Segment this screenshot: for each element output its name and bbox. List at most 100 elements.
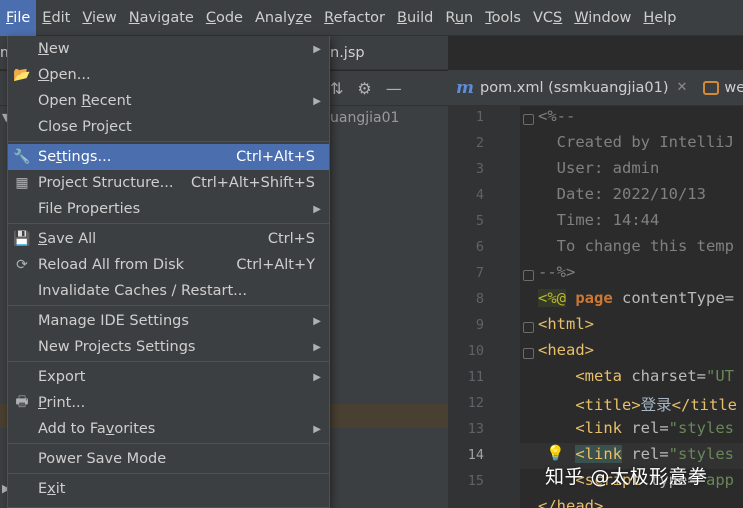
code-line[interactable]: --%> xyxy=(538,263,575,281)
code-line[interactable]: Created by IntelliJ xyxy=(538,133,734,151)
menu-item-label: Add to Favorites xyxy=(38,421,156,437)
lightbulb-icon[interactable]: 💡 xyxy=(546,444,565,462)
submenu-arrow-icon: ▶ xyxy=(313,43,321,55)
minimize-icon[interactable]: — xyxy=(386,79,402,98)
fold-marker-icon[interactable] xyxy=(523,270,534,281)
shortcut-label: Ctrl+Alt+Shift+S xyxy=(190,175,315,191)
submenu-arrow-icon: ▶ xyxy=(313,371,321,383)
menu-window[interactable]: Window xyxy=(568,0,637,36)
line-number: 7 xyxy=(475,265,484,281)
menu-vcs[interactable]: VCS xyxy=(527,0,568,36)
menu-item-open-recent[interactable]: Open Recent ▶ xyxy=(8,88,329,114)
code-line[interactable]: <meta charset="UT xyxy=(538,367,734,385)
menu-item-label: Manage IDE Settings xyxy=(38,313,189,329)
submenu-arrow-icon: ▶ xyxy=(313,315,321,327)
menu-item-manage-ide-settings[interactable]: Manage IDE Settings ▶ xyxy=(8,308,329,334)
menu-refactor[interactable]: Refactor xyxy=(318,0,391,36)
code-line[interactable]: <link rel="styles xyxy=(538,445,734,463)
menu-help[interactable]: Help xyxy=(637,0,682,36)
menu-file[interactable]: File xyxy=(0,0,37,36)
menu-view[interactable]: View xyxy=(76,0,122,36)
tab-web[interactable]: web xyxy=(695,70,743,106)
tab-pom-xml[interactable]: m pom.xml (ssmkuangjia01) ✕ xyxy=(448,70,695,106)
code-line[interactable]: <html> xyxy=(538,315,594,333)
menu-item-print[interactable]: 🖶 Print... xyxy=(8,390,329,416)
menu-item-label: Open Recent xyxy=(38,93,132,109)
editor-tabs: m pom.xml (ssmkuangjia01) ✕ web xyxy=(448,70,743,106)
close-icon[interactable]: ✕ xyxy=(677,80,688,95)
menu-item-close-project[interactable]: Close Project xyxy=(8,114,329,140)
wrench-icon: 🔧 xyxy=(13,149,31,165)
menu-item-label: Reload All from Disk xyxy=(38,257,185,273)
menu-item-label: Project Structure... xyxy=(38,175,174,191)
line-number: 9 xyxy=(475,317,484,333)
menu-build[interactable]: Build xyxy=(391,0,439,36)
menu-item-reload-all-from-disk[interactable]: ⟳ Reload All from Disk Ctrl+Alt+Y xyxy=(8,252,329,278)
fold-marker-icon[interactable] xyxy=(523,322,534,333)
submenu-arrow-icon: ▶ xyxy=(313,95,321,107)
submenu-arrow-icon: ▶ xyxy=(313,423,321,435)
print-icon: 🖶 xyxy=(15,394,29,410)
file-tab-fragment[interactable]: n.jsp xyxy=(330,36,365,70)
project-root-label[interactable]: uangjia01 xyxy=(330,110,399,126)
code-line[interactable]: <title>登录</title xyxy=(538,393,737,415)
menu-item-label: Print... xyxy=(38,395,86,411)
menu-item-file-properties[interactable]: File Properties ▶ xyxy=(8,196,329,222)
menu-tools[interactable]: Tools xyxy=(479,0,527,36)
shortcut-label: Ctrl+Alt+Y xyxy=(236,257,315,273)
menu-item-new-projects-settings[interactable]: New Projects Settings ▶ xyxy=(8,334,329,360)
line-number: 14 xyxy=(467,447,484,463)
menu-item-export[interactable]: Export ▶ xyxy=(8,364,329,390)
menu-edit[interactable]: Edit xyxy=(36,0,76,36)
maven-icon: m xyxy=(456,77,474,98)
menu-item-settings[interactable]: 🔧 Settings... Ctrl+Alt+S xyxy=(8,144,329,170)
code-line[interactable]: <%-- xyxy=(538,107,575,125)
menu-separator xyxy=(8,305,329,306)
folder-open-icon: 📂 xyxy=(13,67,31,83)
menu-separator xyxy=(8,223,329,224)
collapse-all-icon[interactable]: ⇅ xyxy=(330,79,343,98)
line-number: 3 xyxy=(475,161,484,177)
save-icon: 💾 xyxy=(13,231,31,247)
submenu-arrow-icon: ▶ xyxy=(313,341,321,353)
menu-item-invalidate-caches-restart[interactable]: Invalidate Caches / Restart... xyxy=(8,278,329,304)
project-tool-icons: ⇅ ⚙ — xyxy=(330,71,402,106)
code-line[interactable]: </head> xyxy=(538,497,603,508)
project-structure-icon: ▦ xyxy=(15,175,29,191)
menu-item-label: Settings... xyxy=(38,149,112,165)
fold-marker-icon[interactable] xyxy=(523,348,534,359)
line-number: 13 xyxy=(467,421,484,437)
menu-item-open[interactable]: 📂 Open... xyxy=(8,62,329,88)
menu-run[interactable]: Run xyxy=(439,0,479,36)
line-number: 10 xyxy=(467,343,484,359)
menu-item-label: Exit xyxy=(38,481,66,497)
shortcut-label: Ctrl+S xyxy=(267,231,315,247)
menu-item-save-all[interactable]: 💾 Save All Ctrl+S xyxy=(8,226,329,252)
menu-separator xyxy=(8,473,329,474)
code-line[interactable]: <link rel="styles xyxy=(538,419,734,437)
code-line[interactable]: To change this temp xyxy=(538,237,734,255)
menu-item-power-save-mode[interactable]: Power Save Mode xyxy=(8,446,329,472)
menu-item-new[interactable]: New ▶ xyxy=(8,36,329,62)
menu-item-project-structure[interactable]: ▦ Project Structure... Ctrl+Alt+Shift+S xyxy=(8,170,329,196)
menu-analyze[interactable]: Analyze xyxy=(249,0,318,36)
menu-bar: File Edit View Navigate Code Analyze Refactor B… xyxy=(0,0,743,36)
code-line[interactable]: Date: 2022/10/13 xyxy=(538,185,706,203)
menu-item-exit[interactable]: Exit xyxy=(8,476,329,502)
menu-item-label: File Properties xyxy=(38,201,141,217)
menu-separator xyxy=(8,141,329,142)
menu-item-label: Invalidate Caches / Restart... xyxy=(38,283,247,299)
menu-navigate[interactable]: Navigate xyxy=(123,0,200,36)
code-line[interactable]: User: admin xyxy=(538,159,660,177)
menu-separator xyxy=(8,443,329,444)
code-line[interactable]: <%@ page contentType= xyxy=(538,289,734,307)
fold-marker-icon[interactable] xyxy=(523,114,534,125)
menu-item-label: Save All xyxy=(38,231,97,247)
code-line[interactable]: <head> xyxy=(538,341,594,359)
menu-item-label: Power Save Mode xyxy=(38,451,167,467)
code-line[interactable]: Time: 14:44 xyxy=(538,211,660,229)
menu-item-add-to-favorites[interactable]: Add to Favorites ▶ xyxy=(8,416,329,442)
menu-code[interactable]: Code xyxy=(200,0,249,36)
gear-icon[interactable]: ⚙ xyxy=(357,79,371,98)
submenu-arrow-icon: ▶ xyxy=(313,203,321,215)
